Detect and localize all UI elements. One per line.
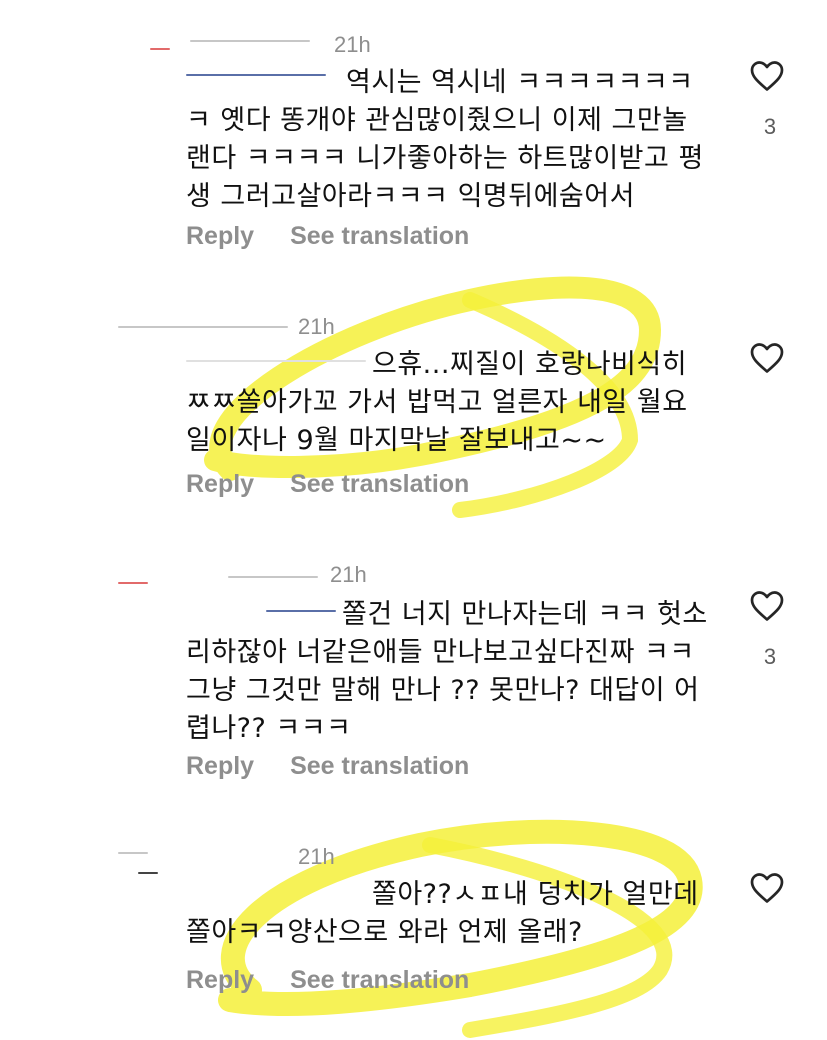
comment-time: 21h [334,32,371,57]
heart-outline-icon[interactable] [748,340,786,376]
comment-time: 21h [298,844,335,869]
reply-button[interactable]: Reply [186,966,254,995]
comment-time: 21h [298,314,335,339]
redacted-username [118,574,328,588]
reply-button[interactable]: Reply [186,470,254,499]
reply-button[interactable]: Reply [186,222,254,251]
redacted-username [150,38,330,52]
heart-outline-icon[interactable] [748,588,786,624]
heart-outline-icon[interactable] [748,870,786,906]
like-count: 3 [763,114,777,139]
comment-text: 쫄건 너지 만나자는데 ㅋㅋ 헛소 리하잖아 너같은애들 만나보고싶다진짜 ㅋㅋ… [186,599,708,744]
see-translation-button[interactable]: See translation [290,222,469,251]
comment-text: 으휴...찌질이 호랑나비식히 ㅉㅉ쏠아가꼬 가서 밥먹고 얼른자 내일 월요 … [186,349,688,456]
comment-text: 역시는 역시네 ㅋㅋㅋㅋㅋㅋㅋ ㅋ 옛다 똥개야 관심많이줬으니 이제 그만놀 … [186,67,704,212]
see-translation-button[interactable]: See translation [290,470,469,499]
redacted-username [118,318,318,332]
comment-time: 21h [330,562,367,587]
reply-button[interactable]: Reply [186,752,254,781]
heart-outline-icon[interactable] [748,58,786,94]
redacted-username [118,848,318,874]
see-translation-button[interactable]: See translation [290,752,469,781]
comment-text: 쫄아??ㅅㅍ내 덩치가 얼만데 쫄아ㅋㅋ양산으로 와라 언제 올래? [186,879,699,948]
see-translation-button[interactable]: See translation [290,966,469,995]
like-count: 3 [763,644,777,669]
